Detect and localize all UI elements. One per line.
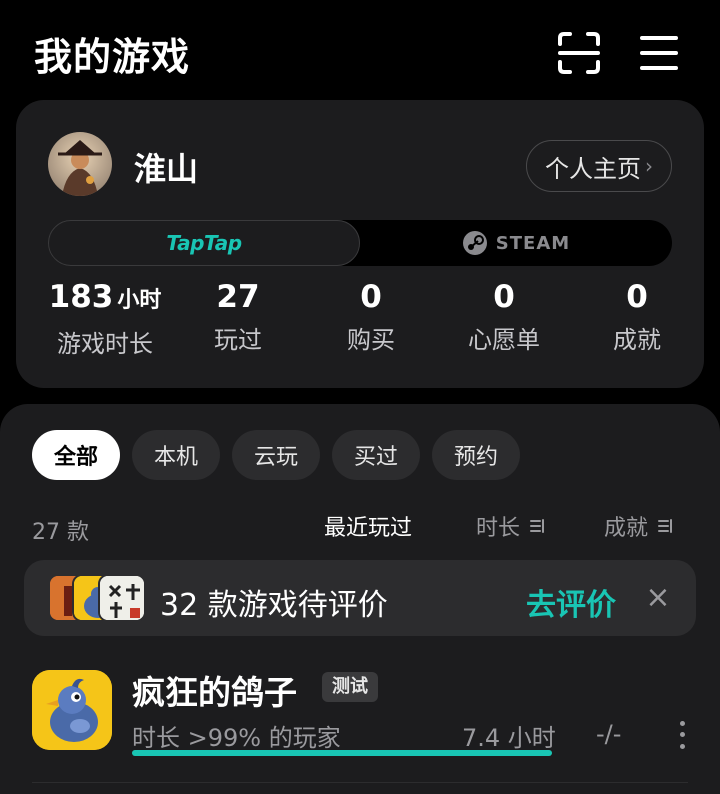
playtime-label: 时长 >99% 的玩家 [132,724,341,752]
review-prompt: 32 款游戏待评价 [160,588,388,623]
sort-recent[interactable]: 最近玩过 [324,510,412,542]
filter-purchased[interactable]: 买过 [332,430,421,480]
more-options-icon[interactable] [672,718,692,752]
sort-recent-label: 最近玩过 [324,516,413,541]
playtime-progress-track [132,750,552,756]
sort-achievements-label: 成就 [604,516,649,541]
menu-button[interactable] [636,32,682,74]
review-banner[interactable]: 32 款游戏待评价 去评价 × [24,560,696,636]
stat-value: 0 [360,279,382,315]
filter-all[interactable]: 全部 [32,430,121,480]
test-badge: 测试 [322,672,378,702]
tab-steam[interactable]: STEAM [360,220,672,266]
game-icon[interactable] [32,670,112,750]
taptap-logo: TapTap [166,231,242,255]
profile-home-label: 个人主页 [545,154,641,183]
avatar-image [48,132,112,196]
menu-icon [640,36,678,70]
filter-reserved[interactable]: 预约 [432,430,521,480]
steam-label: STEAM [495,232,571,254]
game-thumb-icon [98,574,146,622]
game-count: 27 款 [32,520,89,545]
stat-playtime[interactable]: 183 小时 游戏时长 [35,280,175,359]
stat-label: 成就 [613,326,661,354]
stat-value: 27 [216,279,260,315]
game-thumbnails [48,574,146,622]
stat-purchased[interactable]: 0 购买 [301,280,441,355]
stat-label: 购买 [347,326,395,354]
playtime-value: 7.4 小时 [462,724,556,752]
close-icon[interactable]: × [642,582,674,614]
page-title: 我的游戏 [34,35,191,79]
achievement-value: -/- [596,720,622,748]
scan-icon [558,32,600,74]
platform-switch: TapTap STEAM [48,220,672,266]
tab-taptap[interactable]: TapTap [48,220,360,266]
stat-value: 0 [626,279,648,315]
stat-label: 心愿单 [468,326,540,354]
sort-playtime[interactable]: 时长 [476,510,546,542]
sort-icon [530,519,545,533]
stat-value: 0 [493,279,515,315]
stat-label: 游戏时长 [57,330,153,358]
stat-value: 183 小时 [48,279,162,315]
scan-button[interactable] [556,30,602,76]
game-title: 疯狂的鸽子 [132,673,297,712]
sort-icon [658,519,673,533]
filter-local[interactable]: 本机 [132,430,221,480]
chevron-right-icon: › [645,154,653,178]
game-row[interactable]: 疯狂的鸽子 测试 时长 >99% 的玩家 7.4 小时 -/- [0,662,720,783]
sort-achievements[interactable]: 成就 [604,510,674,542]
divider [32,782,688,783]
sort-playtime-label: 时长 [476,516,521,541]
stat-achievements[interactable]: 0 成就 [567,280,707,355]
review-button[interactable]: 去评价 [526,580,616,624]
steam-icon [462,231,487,255]
profile-home-button[interactable]: 个人主页 › [526,140,672,192]
avatar[interactable] [48,132,112,196]
stat-label: 玩过 [214,326,262,354]
header: 我的游戏 [0,0,720,100]
games-panel: 全部 本机 云玩 买过 预约 27 款 最近玩过 时长 成就 32 款游戏待评价… [0,404,720,794]
stat-unit: 小时 [117,288,162,313]
username: 淮山 [134,150,199,188]
playtime-progress-fill [132,750,552,756]
filter-cloud[interactable]: 云玩 [232,430,321,480]
stat-played[interactable]: 27 玩过 [168,280,308,355]
stat-wishlist[interactable]: 0 心愿单 [434,280,574,355]
profile-card: 淮山 个人主页 › TapTap STEAM 183 小时 游戏时长 27 玩过 … [16,100,704,388]
